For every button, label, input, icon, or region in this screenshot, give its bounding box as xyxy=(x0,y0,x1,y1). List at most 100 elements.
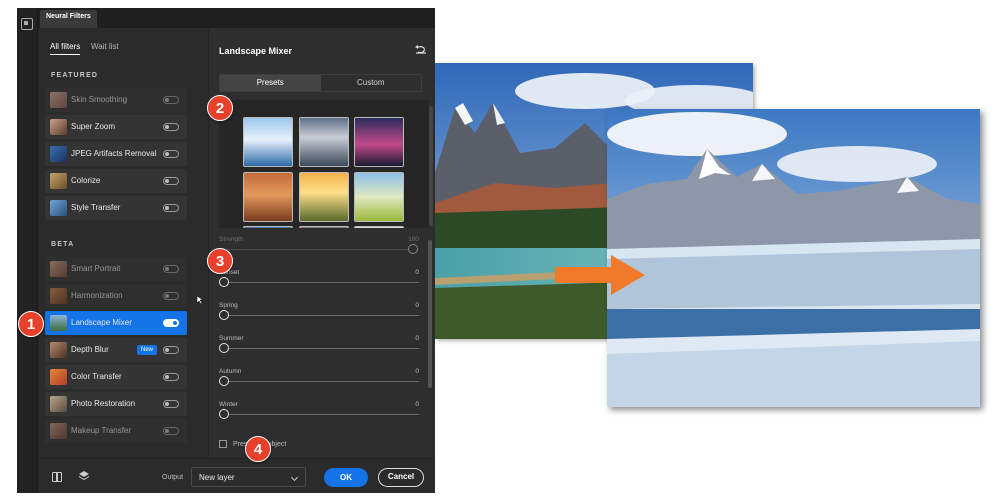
smart-portrait-toggle[interactable] xyxy=(163,265,179,273)
toolbar-strip xyxy=(17,8,38,493)
section-beta: BETA xyxy=(51,241,75,248)
slider-winter[interactable]: Winter 0 xyxy=(219,401,419,429)
tab-wait-list[interactable]: Wait list xyxy=(91,42,119,51)
tab-neural-filters[interactable]: Neural Filters xyxy=(40,10,97,28)
filter-label: Makeup Transfer xyxy=(71,426,132,435)
panel-scrollbar[interactable] xyxy=(428,240,432,388)
style-transfer-toggle[interactable] xyxy=(163,204,179,212)
step-marker-4: 4 xyxy=(245,436,271,462)
filter-smart-portrait[interactable]: Smart Portrait xyxy=(45,257,187,281)
output-value: New layer xyxy=(199,473,235,482)
filter-landscape-mixer[interactable]: Landscape Mixer xyxy=(45,311,187,335)
step-marker-1: 1 xyxy=(18,311,44,337)
slider-knob[interactable] xyxy=(219,343,229,353)
skin-smoothing-toggle[interactable] xyxy=(163,96,179,104)
smart-portrait-thumbnail xyxy=(50,261,67,277)
filter-photo-restoration[interactable]: Photo Restoration xyxy=(45,392,187,416)
chevron-down-icon xyxy=(290,473,299,482)
harmonization-toggle[interactable] xyxy=(163,292,179,300)
reset-icon[interactable] xyxy=(415,44,427,54)
slider-strength[interactable]: Strength 100 xyxy=(219,236,419,264)
slider-value: 0 xyxy=(415,335,419,342)
preset-gallery xyxy=(219,100,429,228)
layers-icon[interactable] xyxy=(78,470,90,482)
step-marker-3: 3 xyxy=(207,248,233,274)
preset-meadow[interactable] xyxy=(354,172,404,222)
landscape-mixer-toggle[interactable] xyxy=(163,319,179,327)
tab-all-filters[interactable]: All filters xyxy=(50,42,81,55)
depth-blur-toggle[interactable] xyxy=(163,346,179,354)
slider-spring[interactable]: Spring 0 xyxy=(219,302,419,330)
tab-custom[interactable]: Custom xyxy=(321,75,422,91)
bottom-bar: Output New layer OK Cancel xyxy=(38,458,435,493)
slider-summer[interactable]: Summer 0 xyxy=(219,335,419,363)
depth-blur-thumbnail xyxy=(50,342,67,358)
slider-value: 100 xyxy=(408,236,419,243)
slider-knob[interactable] xyxy=(219,376,229,386)
preset-partial-1[interactable] xyxy=(243,226,293,228)
workspace-icon[interactable] xyxy=(21,18,33,30)
landscape-mixer-panel: Landscape Mixer Presets Custom Strength xyxy=(208,28,435,458)
filter-label: Harmonization xyxy=(71,291,123,300)
output-dropdown[interactable]: New layer xyxy=(191,467,306,487)
preset-rocky-lake[interactable] xyxy=(299,117,349,167)
slider-knob[interactable] xyxy=(219,277,229,287)
colorize-thumbnail xyxy=(50,173,67,189)
gallery-scrollbar[interactable] xyxy=(429,106,433,226)
slider-track xyxy=(223,348,419,349)
slider-knob[interactable] xyxy=(219,310,229,320)
makeup-transfer-toggle[interactable] xyxy=(163,427,179,435)
colorize-toggle[interactable] xyxy=(163,177,179,185)
filter-colorize[interactable]: Colorize xyxy=(45,169,187,193)
filter-label: Skin Smoothing xyxy=(71,95,128,104)
preset-partial-2[interactable] xyxy=(299,226,349,228)
preset-dusk-peak[interactable] xyxy=(354,117,404,167)
skin-smoothing-thumbnail xyxy=(50,92,67,108)
slider-track xyxy=(223,414,419,415)
photo-restoration-toggle[interactable] xyxy=(163,400,179,408)
jpeg-artifacts-toggle[interactable] xyxy=(163,150,179,158)
preset-snow-mountain[interactable] xyxy=(243,117,293,167)
preset-partial-3[interactable] xyxy=(354,226,404,228)
filter-makeup-transfer[interactable]: Makeup Transfer xyxy=(45,419,187,443)
panel-title: Landscape Mixer xyxy=(219,46,293,56)
checkbox-box[interactable] xyxy=(219,440,227,448)
filter-harmonization[interactable]: Harmonization xyxy=(45,284,187,308)
ok-button[interactable]: OK xyxy=(324,468,368,487)
compare-icon[interactable] xyxy=(52,472,62,482)
makeup-transfer-thumbnail xyxy=(50,423,67,439)
slider-sunset[interactable]: Sunset 0 xyxy=(219,269,419,297)
slider-label: Winter xyxy=(219,401,238,408)
filter-jpeg-artifacts-removal[interactable]: JPEG Artifacts Removal xyxy=(45,142,187,166)
slider-track xyxy=(223,315,419,316)
slider-autumn[interactable]: Autumn 0 xyxy=(219,368,419,396)
filter-skin-smoothing[interactable]: Skin Smoothing xyxy=(45,88,187,112)
filter-style-transfer[interactable]: Style Transfer xyxy=(45,196,187,220)
arrow-right-icon xyxy=(555,255,645,295)
slider-track xyxy=(223,249,419,250)
filter-label: Smart Portrait xyxy=(71,264,121,273)
preset-canyon[interactable] xyxy=(243,172,293,222)
slider-label: Autumn xyxy=(219,368,242,375)
section-featured: FEATURED xyxy=(51,72,99,79)
filter-depth-blur[interactable]: Depth Blur New xyxy=(45,338,187,362)
super-zoom-thumbnail xyxy=(50,119,67,135)
tab-strip: Neural Filters xyxy=(38,8,435,28)
mouse-cursor-icon xyxy=(196,295,204,305)
slider-track xyxy=(223,381,419,382)
cancel-button[interactable]: Cancel xyxy=(378,468,424,487)
slider-knob[interactable] xyxy=(219,409,229,419)
color-transfer-toggle[interactable] xyxy=(163,373,179,381)
filter-list: All filters Wait list FEATURED Skin Smoo… xyxy=(38,28,224,458)
filter-label: Color Transfer xyxy=(71,372,122,381)
slider-knob[interactable] xyxy=(408,244,418,254)
presets-custom-switch: Presets Custom xyxy=(219,74,422,92)
tab-presets[interactable]: Presets xyxy=(220,75,321,91)
filter-super-zoom[interactable]: Super Zoom xyxy=(45,115,187,139)
new-badge: New xyxy=(136,345,157,355)
filter-label: Landscape Mixer xyxy=(71,318,132,327)
super-zoom-toggle[interactable] xyxy=(163,123,179,131)
filter-color-transfer[interactable]: Color Transfer xyxy=(45,365,187,389)
slider-value: 0 xyxy=(415,302,419,309)
preset-sunset-valley[interactable] xyxy=(299,172,349,222)
